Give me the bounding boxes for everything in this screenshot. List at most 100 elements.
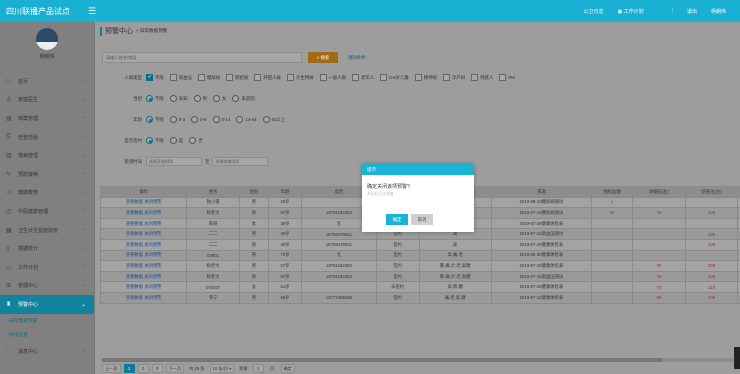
sidebar-item-management[interactable]: ⊞ 管理中心 ›	[0, 277, 94, 296]
horizontal-scrollbar[interactable]	[102, 358, 738, 362]
row-actions-link[interactable]: 查看数据 关闭预警	[100, 270, 188, 283]
sidebar-item-supervision[interactable]: ▦ 卫生计生监管协管 ›	[0, 221, 94, 240]
radio[interactable]	[169, 95, 177, 102]
top-link-work-plan[interactable]: ▣ 工作计划	[618, 8, 658, 15]
side-float-tab[interactable]	[734, 347, 740, 369]
row-actions-link[interactable]: 查看数据 关闭预警	[100, 260, 188, 272]
search-input[interactable]: 请输入姓名/电话	[102, 52, 302, 63]
crowd-option-elderly[interactable]: 老年人	[352, 74, 374, 81]
row-actions-link[interactable]: 查看数据 关闭预警	[100, 249, 188, 262]
radio-selected[interactable]	[146, 116, 153, 123]
top-link-user[interactable]: 杨朝伟	[711, 8, 726, 15]
row-actions-link[interactable]: 查看数据 关闭预警	[100, 217, 188, 230]
radio[interactable]	[262, 116, 270, 123]
prev-page-button[interactable]: 上一页	[102, 364, 121, 373]
age-option-all[interactable]: 不限	[146, 116, 164, 123]
crowd-option-hypertension[interactable]: 高血压	[169, 74, 192, 81]
sidebar-subitem-threshold[interactable]: • 阈值设置	[0, 328, 94, 342]
sidebar-item-family-doctor[interactable]: ♙ 家庭医生 ›	[0, 91, 94, 110]
age-option-14-64[interactable]: 14-64	[236, 116, 257, 123]
next-page-button[interactable]: 下一页	[165, 364, 185, 373]
avatar[interactable]	[36, 28, 58, 50]
checkbox[interactable]	[226, 74, 234, 81]
sidebar-item-vaccination[interactable]: ✎ 预防接种 ›	[0, 165, 94, 184]
gender-option-unspecified[interactable]: 未说明	[232, 95, 255, 102]
crowd-option-pm[interactable]: PM	[499, 74, 515, 81]
radio-selected[interactable]	[146, 137, 153, 144]
crowd-option-disabled[interactable]: 残疾人	[471, 74, 493, 81]
radio[interactable]	[193, 95, 201, 102]
age-option-65-plus[interactable]: 65以上	[262, 116, 285, 123]
top-link-log[interactable]: 公卫日志	[584, 8, 604, 15]
per-page-select[interactable]: 10 条/页 ▾	[209, 364, 235, 373]
checkbox[interactable]	[414, 74, 422, 81]
signed-option-no[interactable]: 否	[189, 137, 203, 144]
sidebar-item-records[interactable]: ▤ 档案管理 ›	[0, 109, 94, 128]
radio[interactable]	[169, 137, 177, 144]
search-button[interactable]: ⌕ 搜索	[308, 52, 338, 63]
start-date-input[interactable]: 选择开始时间	[146, 157, 202, 166]
page-3-button[interactable]: 3	[151, 364, 163, 373]
row-actions-link[interactable]: 查看数据 关闭预警	[100, 291, 188, 304]
age-option-0-3[interactable]: 0-3	[169, 116, 185, 123]
age-option-0-6[interactable]: 0-6	[191, 116, 207, 123]
gender-option-male[interactable]: 男	[193, 95, 207, 102]
checkbox[interactable]	[380, 74, 388, 81]
crowd-option-children[interactable]: 0-6岁儿童	[380, 74, 409, 81]
crowd-option-all[interactable]: 不限	[146, 74, 164, 81]
checkbox[interactable]	[352, 74, 360, 81]
crowd-option-maternal[interactable]: 孕产妇	[443, 74, 465, 81]
checkbox[interactable]	[443, 74, 450, 81]
radio[interactable]	[212, 116, 220, 123]
sidebar-subitem-abnormal-data[interactable]: • 异常数据预警	[0, 314, 94, 328]
crowd-option-mental[interactable]: 精神病	[414, 74, 437, 81]
dialog-confirm-button[interactable]: 确定	[386, 214, 408, 225]
scrollbar-thumb[interactable]	[102, 358, 662, 362]
goto-confirm-button[interactable]: 确定	[280, 364, 295, 373]
sidebar-item-messages[interactable]: ◌ 消息中心 ›	[0, 342, 94, 361]
crowd-option-general[interactable]: 一般人群	[319, 74, 346, 81]
checkbox[interactable]	[254, 74, 262, 81]
row-actions-link[interactable]: 查看数据 关闭预警	[100, 207, 188, 219]
goto-page-input[interactable]: 1	[252, 364, 264, 373]
gender-option-all[interactable]: 不限	[146, 95, 164, 102]
row-actions-link[interactable]: 查看数据 关闭预警	[100, 281, 188, 293]
crowd-option-family-planning[interactable]: 计生特殊	[286, 74, 314, 81]
end-date-input[interactable]: 选择结束时间	[212, 157, 269, 166]
sidebar-item-home[interactable]: ⌂ 首页 ›	[0, 72, 94, 91]
radio[interactable]	[213, 95, 220, 102]
radio[interactable]	[189, 137, 197, 144]
page-2-button[interactable]: 2	[137, 364, 149, 373]
age-option-0-14[interactable]: 0-14	[212, 116, 230, 123]
row-actions-link[interactable]: 查看数据 关闭预警	[100, 238, 188, 251]
crowd-option-liver[interactable]: 肝胆人群	[254, 74, 281, 81]
radio-selected[interactable]	[146, 95, 153, 102]
clear-conditions-link[interactable]: 清除条件	[348, 52, 366, 63]
menu-toggle-icon[interactable]: ☰	[88, 6, 96, 17]
radio[interactable]	[169, 116, 177, 123]
sidebar-item-warning[interactable]: ♜ 预警中心 ⌄	[0, 295, 94, 314]
gender-option-unknown[interactable]: 未知	[169, 95, 188, 102]
checkbox[interactable]	[499, 74, 507, 81]
checkbox-checked[interactable]	[146, 74, 153, 81]
sidebar-item-work-plan[interactable]: ▭ 工作计划 ›	[0, 258, 94, 277]
gender-option-female[interactable]: 女	[213, 95, 226, 102]
radio[interactable]	[191, 116, 199, 123]
sidebar-item-statistics[interactable]: ▯ 数据统计 ›	[0, 239, 94, 258]
radio[interactable]	[236, 116, 244, 123]
signed-option-all[interactable]: 不限	[146, 137, 164, 144]
top-link-logout[interactable]: 退出	[687, 8, 697, 15]
checkbox[interactable]	[286, 74, 294, 81]
row-actions-link[interactable]: 查看数据 关闭预警	[100, 228, 188, 240]
checkbox[interactable]	[471, 74, 479, 81]
row-actions-link[interactable]: 查看数据 关闭预警	[100, 196, 188, 209]
signed-option-yes[interactable]: 是	[169, 137, 183, 144]
sidebar-item-tcm[interactable]: ◫ 中医健康管理 ›	[0, 202, 94, 221]
sidebar-item-chronic[interactable]: ▥ 慢病管理 ›	[0, 146, 94, 165]
sidebar-item-exam[interactable]: ⎘ 检查检验 ›	[0, 128, 94, 147]
crowd-option-diabetes[interactable]: 糖尿病	[197, 74, 220, 81]
page-1-button[interactable]: 1	[123, 364, 135, 373]
checkbox[interactable]	[197, 74, 205, 81]
dialog-cancel-button[interactable]: 取消	[411, 214, 433, 225]
checkbox[interactable]	[319, 74, 327, 81]
